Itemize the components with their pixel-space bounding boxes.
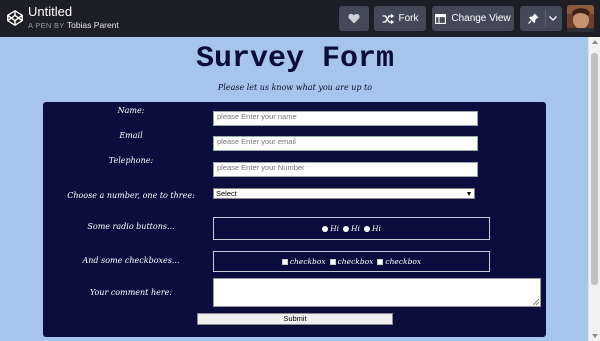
pen-title[interactable]: Untitled (28, 4, 72, 19)
survey-title: Survey Form (195, 42, 395, 76)
radio-option-label: Hi (371, 224, 381, 233)
comment-textarea[interactable] (213, 278, 541, 307)
pin-icon (528, 13, 539, 24)
pen-author[interactable]: Tobias Parent (67, 20, 119, 30)
number-select-label: Choose a number, one to three: (67, 191, 195, 200)
radio-button[interactable] (363, 225, 370, 232)
email-label: Email (119, 131, 143, 140)
change-view-button[interactable]: Change View (432, 6, 514, 31)
avatar[interactable] (567, 5, 594, 32)
codepen-header: Untitled A PEN BY Tobias Parent Fork Cha… (0, 0, 600, 37)
checkbox-option[interactable]: checkbox (377, 257, 421, 266)
avatar-image (567, 5, 594, 32)
number-select[interactable]: Select (213, 188, 475, 199)
scroll-down-icon[interactable] (592, 334, 598, 338)
radio-option-label: Hi (351, 224, 360, 233)
codepen-logo-icon[interactable] (6, 9, 24, 27)
comment-label: Your comment here: (89, 288, 173, 297)
radio-group-label: Some radio buttons... (87, 222, 175, 231)
checkbox-group-label: And some checkboxes... (82, 256, 180, 265)
select-arrow-icon (467, 192, 471, 196)
telephone-input[interactable]: please Enter your Number (213, 162, 478, 177)
checkbox-group: checkbox checkbox checkbox (213, 251, 490, 272)
pen-by-prefix: A PEN BY (28, 21, 65, 30)
name-label: Name: (117, 106, 145, 115)
checkbox-option-label: checkbox (337, 257, 374, 266)
survey-description: Please let us know what you are up to (217, 83, 373, 92)
change-view-icon (435, 13, 447, 24)
survey-form: Name: please Enter your name Email pleas… (43, 102, 546, 337)
name-input[interactable]: please Enter your name (213, 111, 478, 126)
submit-button[interactable]: Submit (197, 313, 393, 325)
heart-icon (348, 13, 360, 24)
checkbox-input[interactable] (281, 258, 288, 265)
checkbox-option[interactable]: checkbox (329, 257, 374, 266)
email-input[interactable]: please Enter your email (213, 136, 478, 151)
radio-option[interactable]: Hi (322, 224, 339, 233)
scroll-up-icon[interactable] (592, 40, 598, 44)
checkbox-option-label: checkbox (385, 257, 422, 266)
fork-label: Fork (398, 13, 419, 24)
vertical-scrollbar[interactable] (588, 37, 600, 341)
radio-option[interactable]: Hi (363, 224, 381, 233)
radio-option-label: Hi (330, 224, 340, 233)
fork-button[interactable]: Fork (374, 6, 426, 31)
checkbox-option[interactable]: checkbox (281, 257, 326, 266)
pin-button[interactable] (520, 6, 562, 31)
checkbox-option-label: checkbox (289, 257, 326, 266)
checkbox-input[interactable] (377, 258, 384, 265)
preview-frame: Survey Form Please let us know what you … (0, 37, 588, 341)
number-select-value: Select (216, 189, 237, 198)
fork-icon (382, 13, 394, 24)
checkbox-input[interactable] (329, 258, 336, 265)
radio-button[interactable] (322, 225, 329, 232)
resize-handle-icon[interactable] (533, 299, 539, 305)
radio-option[interactable]: Hi (343, 224, 360, 233)
change-view-label: Change View (451, 13, 511, 24)
chevron-down-icon[interactable] (549, 16, 557, 21)
pen-author-line: A PEN BY Tobias Parent (28, 20, 119, 30)
radio-button[interactable] (343, 225, 350, 232)
scrollbar-thumb[interactable] (591, 53, 598, 285)
radio-group: Hi Hi Hi (213, 217, 490, 240)
pin-button-divider (545, 10, 546, 27)
heart-button[interactable] (339, 6, 369, 31)
telephone-label: Telephone: (108, 156, 154, 165)
